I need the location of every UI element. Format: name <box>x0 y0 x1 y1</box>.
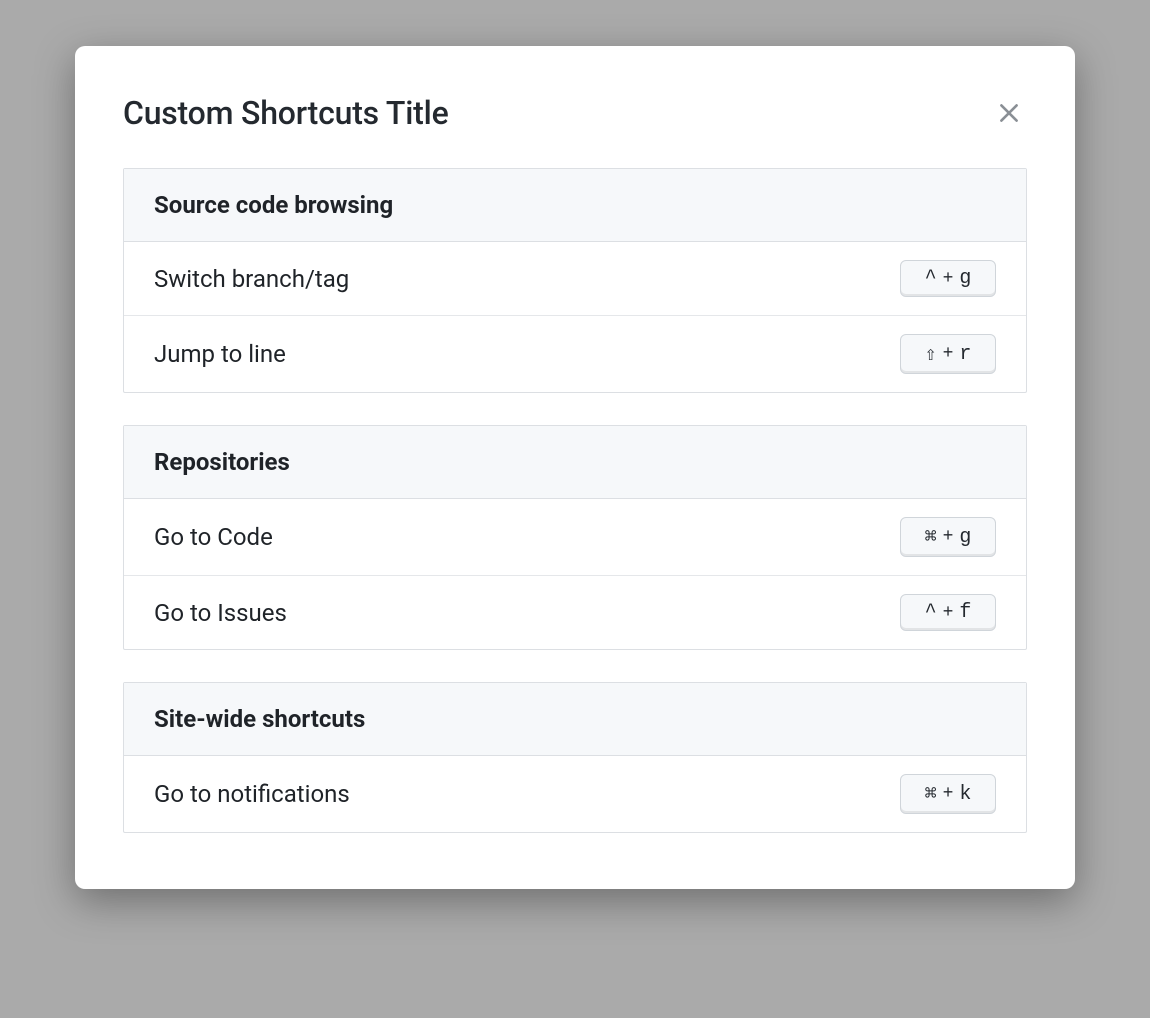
shortcut-key: f <box>959 601 971 624</box>
shortcut-group-site-wide-shortcuts: Site-wide shortcuts Go to notifications … <box>123 682 1027 833</box>
keyboard-shortcut: ⌘ + k <box>900 774 996 814</box>
shortcut-key: g <box>959 267 971 290</box>
key-separator: + <box>943 784 954 804</box>
keyboard-shortcut: ⇧ + r <box>900 334 996 374</box>
shortcut-label: Go to notifications <box>154 780 350 808</box>
modifier-key: ⌘ <box>925 781 937 807</box>
shortcut-label: Go to Code <box>154 523 273 551</box>
shortcut-row: Go to Issues ^ + f <box>124 576 1026 649</box>
modifier-key: ^ <box>925 267 937 290</box>
keyboard-shortcut: ^ + g <box>900 260 996 297</box>
modifier-key: ⌘ <box>925 524 937 550</box>
modal-header: Custom Shortcuts Title <box>123 94 1027 132</box>
shortcut-row: Go to notifications ⌘ + k <box>124 756 1026 832</box>
shortcut-row: Switch branch/tag ^ + g <box>124 242 1026 316</box>
key-separator: + <box>943 269 954 289</box>
shortcut-group-source-code-browsing: Source code browsing Switch branch/tag ^… <box>123 168 1027 393</box>
shortcut-key: k <box>959 783 971 806</box>
modifier-key: ⇧ <box>925 341 937 367</box>
shortcut-group-repositories: Repositories Go to Code ⌘ + g Go to Issu… <box>123 425 1027 650</box>
shortcuts-modal: Custom Shortcuts Title Source code brows… <box>75 46 1075 889</box>
shortcut-label: Go to Issues <box>154 599 287 627</box>
shortcut-label: Jump to line <box>154 340 286 368</box>
key-separator: + <box>943 344 954 364</box>
close-icon <box>996 100 1022 126</box>
shortcut-label: Switch branch/tag <box>154 265 349 293</box>
shortcut-row: Go to Code ⌘ + g <box>124 499 1026 576</box>
shortcut-row: Jump to line ⇧ + r <box>124 316 1026 392</box>
shortcut-key: g <box>959 526 971 549</box>
close-button[interactable] <box>991 95 1027 131</box>
group-header: Source code browsing <box>124 169 1026 242</box>
key-separator: + <box>943 603 954 623</box>
keyboard-shortcut: ^ + f <box>900 594 996 631</box>
key-separator: + <box>943 527 954 547</box>
group-header: Site-wide shortcuts <box>124 683 1026 756</box>
modal-title: Custom Shortcuts Title <box>123 94 449 132</box>
modifier-key: ^ <box>925 601 937 624</box>
shortcut-key: r <box>959 343 971 366</box>
keyboard-shortcut: ⌘ + g <box>900 517 996 557</box>
group-header: Repositories <box>124 426 1026 499</box>
